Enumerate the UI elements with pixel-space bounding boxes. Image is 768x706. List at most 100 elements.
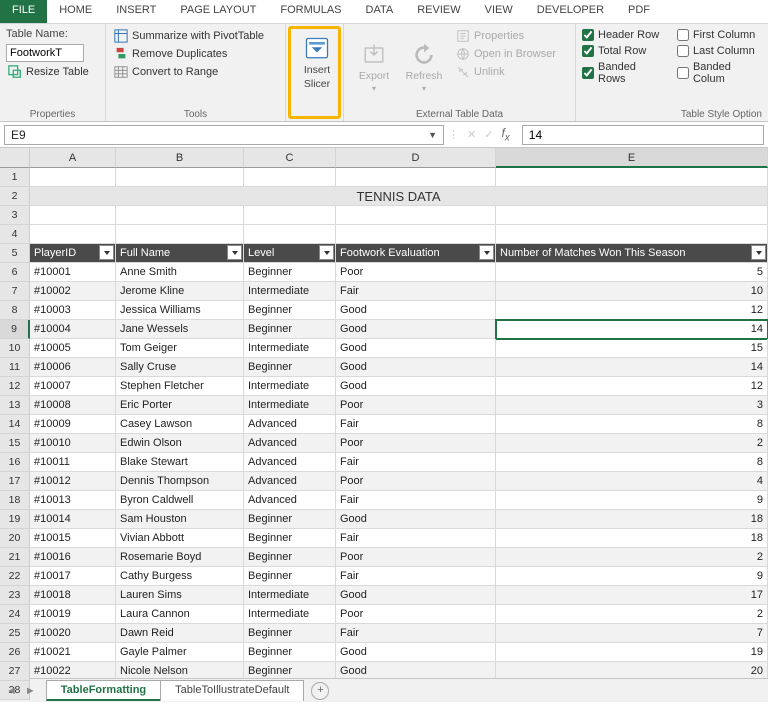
cell[interactable]: Good (336, 301, 496, 320)
cell[interactable]: Intermediate (244, 396, 336, 415)
cell[interactable]: Beginner (244, 358, 336, 377)
column-header-B[interactable]: B (116, 148, 244, 168)
row-header[interactable]: 11 (0, 358, 30, 377)
row-header[interactable]: 12 (0, 377, 30, 396)
cell[interactable]: Good (336, 643, 496, 662)
row-header[interactable]: 3 (0, 206, 30, 225)
export-button[interactable]: Export ▾ (350, 28, 398, 107)
row-header[interactable]: 10 (0, 339, 30, 358)
insert-slicer-button[interactable]: Insert Slicer (293, 31, 341, 94)
column-header-D[interactable]: D (336, 148, 496, 168)
first-column-checkbox[interactable]: First Column (677, 28, 762, 42)
cell[interactable]: 9 (496, 567, 768, 586)
cell[interactable]: Intermediate (244, 377, 336, 396)
formula-input[interactable] (522, 125, 764, 145)
cell[interactable]: Beginner (244, 624, 336, 643)
cell[interactable]: Poor (336, 263, 496, 282)
cell[interactable]: Good (336, 320, 496, 339)
select-all-corner[interactable] (0, 148, 30, 168)
ribbon-tab-pdf[interactable]: PDF (616, 0, 662, 23)
row-header[interactable]: 13 (0, 396, 30, 415)
cell[interactable]: 14 (496, 320, 768, 339)
row-header[interactable]: 6 (0, 263, 30, 282)
cell[interactable]: Fair (336, 567, 496, 586)
cell[interactable]: Fair (336, 453, 496, 472)
cell[interactable]: Good (336, 339, 496, 358)
row-header[interactable]: 15 (0, 434, 30, 453)
cell[interactable]: Anne Smith (116, 263, 244, 282)
cell[interactable]: Number of Matches Won This Season (496, 244, 768, 263)
row-header[interactable]: 27 (0, 662, 30, 681)
refresh-button[interactable]: Refresh ▾ (400, 28, 448, 107)
cell[interactable] (496, 225, 768, 244)
sheet-tab[interactable]: TableFormatting (46, 680, 161, 701)
total-row-checkbox[interactable]: Total Row (582, 44, 663, 58)
cell[interactable]: Beginner (244, 643, 336, 662)
cell[interactable]: 5 (496, 263, 768, 282)
row-header[interactable]: 21 (0, 548, 30, 567)
cell[interactable]: Beginner (244, 548, 336, 567)
cell[interactable] (30, 225, 116, 244)
tab-nav-next[interactable]: ► (25, 685, 36, 697)
cell[interactable]: Stephen Fletcher (116, 377, 244, 396)
enter-icon[interactable]: ✓ (484, 128, 493, 141)
cell[interactable]: Nicole Nelson (116, 662, 244, 678)
cell[interactable]: Beginner (244, 529, 336, 548)
resize-table-button[interactable]: Resize Table (6, 64, 99, 80)
row-header[interactable]: 1 (0, 168, 30, 187)
cell[interactable]: Jerome Kline (116, 282, 244, 301)
cell[interactable]: 12 (496, 301, 768, 320)
banded-rows-checkbox[interactable]: Banded Rows (582, 60, 663, 86)
ribbon-tab-developer[interactable]: DEVELOPER (525, 0, 616, 23)
cell[interactable]: Beginner (244, 301, 336, 320)
cell[interactable]: #10021 (30, 643, 116, 662)
cell[interactable]: 2 (496, 434, 768, 453)
cell[interactable]: Beginner (244, 510, 336, 529)
cell[interactable]: Footwork Evaluation (336, 244, 496, 263)
cell[interactable]: Beginner (244, 567, 336, 586)
cell[interactable] (30, 206, 116, 225)
cell[interactable]: 19 (496, 643, 768, 662)
cell[interactable]: #10006 (30, 358, 116, 377)
row-header[interactable]: 26 (0, 643, 30, 662)
dropdown-icon[interactable]: ▼ (428, 130, 437, 140)
fx-icon[interactable]: fx (501, 126, 509, 143)
cell[interactable]: Advanced (244, 434, 336, 453)
row-header[interactable]: 16 (0, 453, 30, 472)
cell[interactable] (116, 206, 244, 225)
add-sheet-button[interactable]: + (311, 682, 329, 700)
cell[interactable] (244, 168, 336, 187)
cell[interactable]: Vivian Abbott (116, 529, 244, 548)
cell[interactable]: Poor (336, 548, 496, 567)
cell[interactable]: #10017 (30, 567, 116, 586)
cell[interactable]: Sam Houston (116, 510, 244, 529)
cell[interactable]: #10018 (30, 586, 116, 605)
cell[interactable]: #10004 (30, 320, 116, 339)
row-header[interactable]: 8 (0, 301, 30, 320)
cell[interactable]: #10010 (30, 434, 116, 453)
cell[interactable]: 2 (496, 548, 768, 567)
column-header-E[interactable]: E (496, 148, 768, 168)
cell[interactable]: #10001 (30, 263, 116, 282)
cell[interactable]: Level (244, 244, 336, 263)
cell[interactable]: #10019 (30, 605, 116, 624)
cell[interactable]: 15 (496, 339, 768, 358)
column-header-A[interactable]: A (30, 148, 116, 168)
cell[interactable]: #10014 (30, 510, 116, 529)
cell[interactable]: Casey Lawson (116, 415, 244, 434)
cell[interactable]: 14 (496, 358, 768, 377)
ribbon-tab-formulas[interactable]: FORMULAS (268, 0, 353, 23)
ribbon-tab-page-layout[interactable]: PAGE LAYOUT (168, 0, 268, 23)
cell[interactable]: Full Name (116, 244, 244, 263)
cell[interactable] (336, 225, 496, 244)
cell[interactable] (116, 225, 244, 244)
filter-button[interactable] (751, 245, 766, 260)
cell[interactable]: Good (336, 586, 496, 605)
header-row-checkbox[interactable]: Header Row (582, 28, 663, 42)
cell[interactable]: #10022 (30, 662, 116, 678)
cell[interactable]: Eric Porter (116, 396, 244, 415)
row-header[interactable]: 22 (0, 567, 30, 586)
cell[interactable]: #10008 (30, 396, 116, 415)
remove-duplicates-button[interactable]: Remove Duplicates (112, 46, 279, 62)
cell[interactable]: Advanced (244, 472, 336, 491)
